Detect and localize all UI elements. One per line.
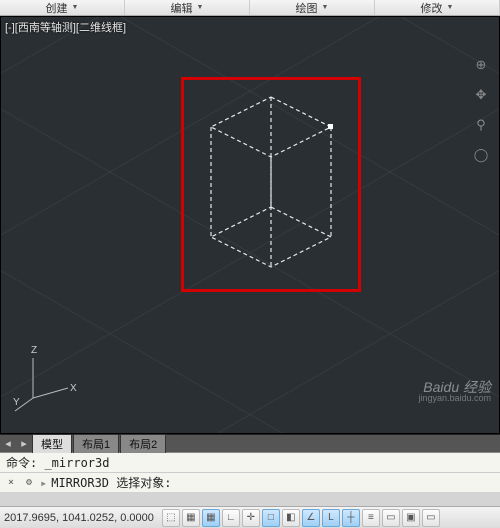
ribbon-label: 修改: [421, 0, 443, 16]
ucs-z-label: Z: [31, 345, 37, 356]
viewport-label[interactable]: [-][西南等轴测][二维线框]: [5, 19, 126, 35]
tab-layout2[interactable]: 布局2: [120, 434, 166, 453]
sb-tpy[interactable]: ▭: [382, 509, 400, 527]
ribbon-panel-modify[interactable]: 修改 ▼: [375, 0, 500, 15]
tab-prev-icon[interactable]: ◂: [0, 436, 16, 452]
sb-infer[interactable]: ⬚: [162, 509, 180, 527]
ucs-y-label: Y: [13, 397, 20, 408]
pan-icon[interactable]: ✥: [473, 87, 489, 103]
sb-otrack[interactable]: ∠: [302, 509, 320, 527]
ribbon-label: 编辑: [171, 0, 193, 16]
tab-layout1[interactable]: 布局1: [73, 434, 119, 453]
zoom-icon[interactable]: ⚲: [473, 117, 489, 133]
sb-lwt[interactable]: ≡: [362, 509, 380, 527]
ribbon-panel-create[interactable]: 创建 ▼: [0, 0, 125, 15]
ucs-x-label: X: [70, 383, 77, 394]
command-options-icon[interactable]: ⚙: [22, 476, 36, 490]
drawing-viewport[interactable]: [-][西南等轴测][二维线框] ⊕ ✥ ⚲ ◯: [0, 16, 500, 434]
ribbon-panel-draw[interactable]: 绘图 ▼: [250, 0, 375, 15]
sb-snap[interactable]: ▦: [182, 509, 200, 527]
sb-3dosnap[interactable]: ◧: [282, 509, 300, 527]
layout-tabs: ◂ ▸ 模型 布局1 布局2: [0, 434, 500, 452]
dropdown-icon: ▼: [197, 4, 204, 11]
command-close-icon[interactable]: ⨯: [4, 476, 18, 490]
ribbon: 创建 ▼ 编辑 ▼ 绘图 ▼ 修改 ▼: [0, 0, 500, 16]
view-nav-bar: ⊕ ✥ ⚲ ◯: [473, 57, 489, 163]
selection-highlight: [181, 77, 361, 292]
sb-sc[interactable]: ▭: [422, 509, 440, 527]
command-prompt-row: ⨯ ⚙ ▸ MIRROR3D 选择对象:: [0, 472, 500, 492]
tab-model[interactable]: 模型: [32, 434, 72, 453]
status-bar: 2017.9695, 1041.0252, 0.0000 ⬚ ▦ ▦ ∟ ✛ □…: [0, 506, 500, 528]
dropdown-icon: ▼: [72, 4, 79, 11]
sb-ducs[interactable]: L: [322, 509, 340, 527]
ucs-icon[interactable]: Z X Y: [13, 343, 83, 413]
command-input[interactable]: MIRROR3D 选择对象:: [51, 474, 171, 491]
orbit-icon[interactable]: ◯: [473, 147, 489, 163]
command-area: 命令: _mirror3d ⨯ ⚙ ▸ MIRROR3D 选择对象:: [0, 452, 500, 492]
sb-dyn[interactable]: ┼: [342, 509, 360, 527]
ribbon-label: 创建: [46, 0, 68, 16]
dropdown-icon: ▼: [322, 4, 329, 11]
sb-osnap[interactable]: □: [262, 509, 280, 527]
ribbon-panel-edit[interactable]: 编辑 ▼: [125, 0, 250, 15]
dropdown-icon: ▼: [447, 4, 454, 11]
ribbon-label: 绘图: [296, 0, 318, 16]
command-history: 命令: _mirror3d: [0, 453, 500, 472]
steering-wheel-icon[interactable]: ⊕: [473, 57, 489, 73]
sb-qp[interactable]: ▣: [402, 509, 420, 527]
tab-next-icon[interactable]: ▸: [16, 436, 32, 452]
sb-ortho[interactable]: ∟: [222, 509, 240, 527]
sb-grid[interactable]: ▦: [202, 509, 220, 527]
sb-polar[interactable]: ✛: [242, 509, 260, 527]
coordinate-readout[interactable]: 2017.9695, 1041.0252, 0.0000: [4, 512, 160, 524]
